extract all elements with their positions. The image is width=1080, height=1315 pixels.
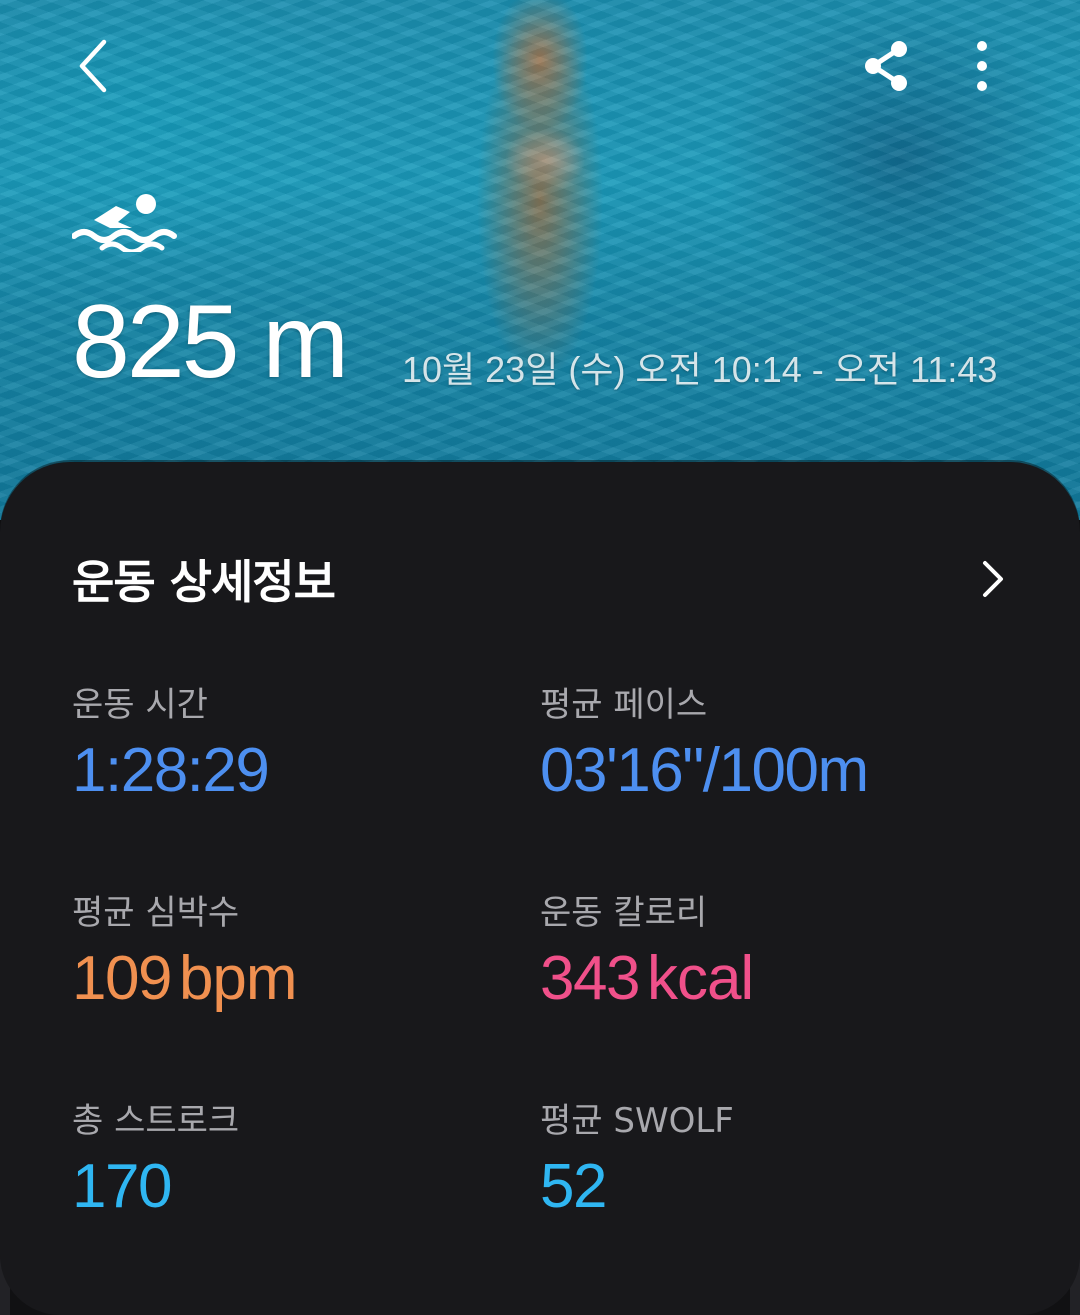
stat-average-swolf: 평균 SWOLF 52	[540, 1104, 734, 1218]
calories-value: 343	[540, 944, 640, 1013]
workout-time-value: 1:28:29	[72, 736, 270, 805]
stat-label: 평균 SWOLF	[540, 1101, 734, 1141]
stat-value: 1:28:29	[72, 740, 270, 802]
workout-detail-screen: 825 m 10월 23일 (수) 오전 10:14 - 오전 11:43 운동…	[0, 0, 1080, 1315]
stat-value: 52	[540, 1156, 734, 1218]
average-pace-value: 03'16"/100m	[540, 736, 869, 805]
more-vertical-icon	[977, 41, 987, 91]
chevron-left-icon	[79, 39, 107, 93]
swimming-icon	[72, 194, 177, 252]
stat-workout-calories: 운동 칼로리 343 kcal	[540, 893, 754, 1010]
calories-unit: kcal	[646, 944, 754, 1013]
stat-label: 운동 시간	[72, 685, 208, 725]
stat-label: 평균 심박수	[72, 893, 240, 933]
total-distance: 825 m	[72, 284, 349, 400]
chevron-right-icon	[983, 561, 1003, 597]
stat-total-strokes: 총 스트로크 170	[72, 1104, 239, 1218]
heart-rate-value: 109	[72, 944, 172, 1013]
stat-value: 343 kcal	[540, 948, 754, 1010]
stat-average-pace: 평균 페이스 03'16"/100m	[540, 685, 869, 802]
stat-value: 109 bpm	[72, 948, 298, 1010]
stat-label: 운동 칼로리	[540, 893, 708, 933]
more-options-button[interactable]	[952, 32, 1012, 100]
share-icon	[865, 41, 907, 91]
share-button[interactable]	[852, 32, 920, 100]
heart-rate-unit: bpm	[178, 944, 298, 1013]
stat-value: 170	[72, 1156, 239, 1218]
details-chevron[interactable]	[972, 555, 1012, 603]
workout-details-header[interactable]: 운동 상세정보	[72, 544, 1012, 614]
stat-value: 03'16"/100m	[540, 740, 869, 802]
card-title: 운동 상세정보	[72, 555, 336, 609]
stat-workout-time: 운동 시간 1:28:29	[72, 685, 270, 802]
workout-details-card: 운동 상세정보 운동 시간 1:28:29 평균 페이스 03'16"/100m…	[0, 462, 1080, 1315]
stat-label: 총 스트로크	[72, 1101, 240, 1141]
swolf-value: 52	[540, 1152, 607, 1221]
workout-datetime: 10월 23일 (수) 오전 10:14 - 오전 11:43	[402, 349, 998, 390]
total-strokes-value: 170	[72, 1152, 172, 1221]
back-button[interactable]	[62, 30, 126, 102]
stat-label: 평균 페이스	[540, 685, 708, 725]
stat-average-heart-rate: 평균 심박수 109 bpm	[72, 893, 298, 1010]
